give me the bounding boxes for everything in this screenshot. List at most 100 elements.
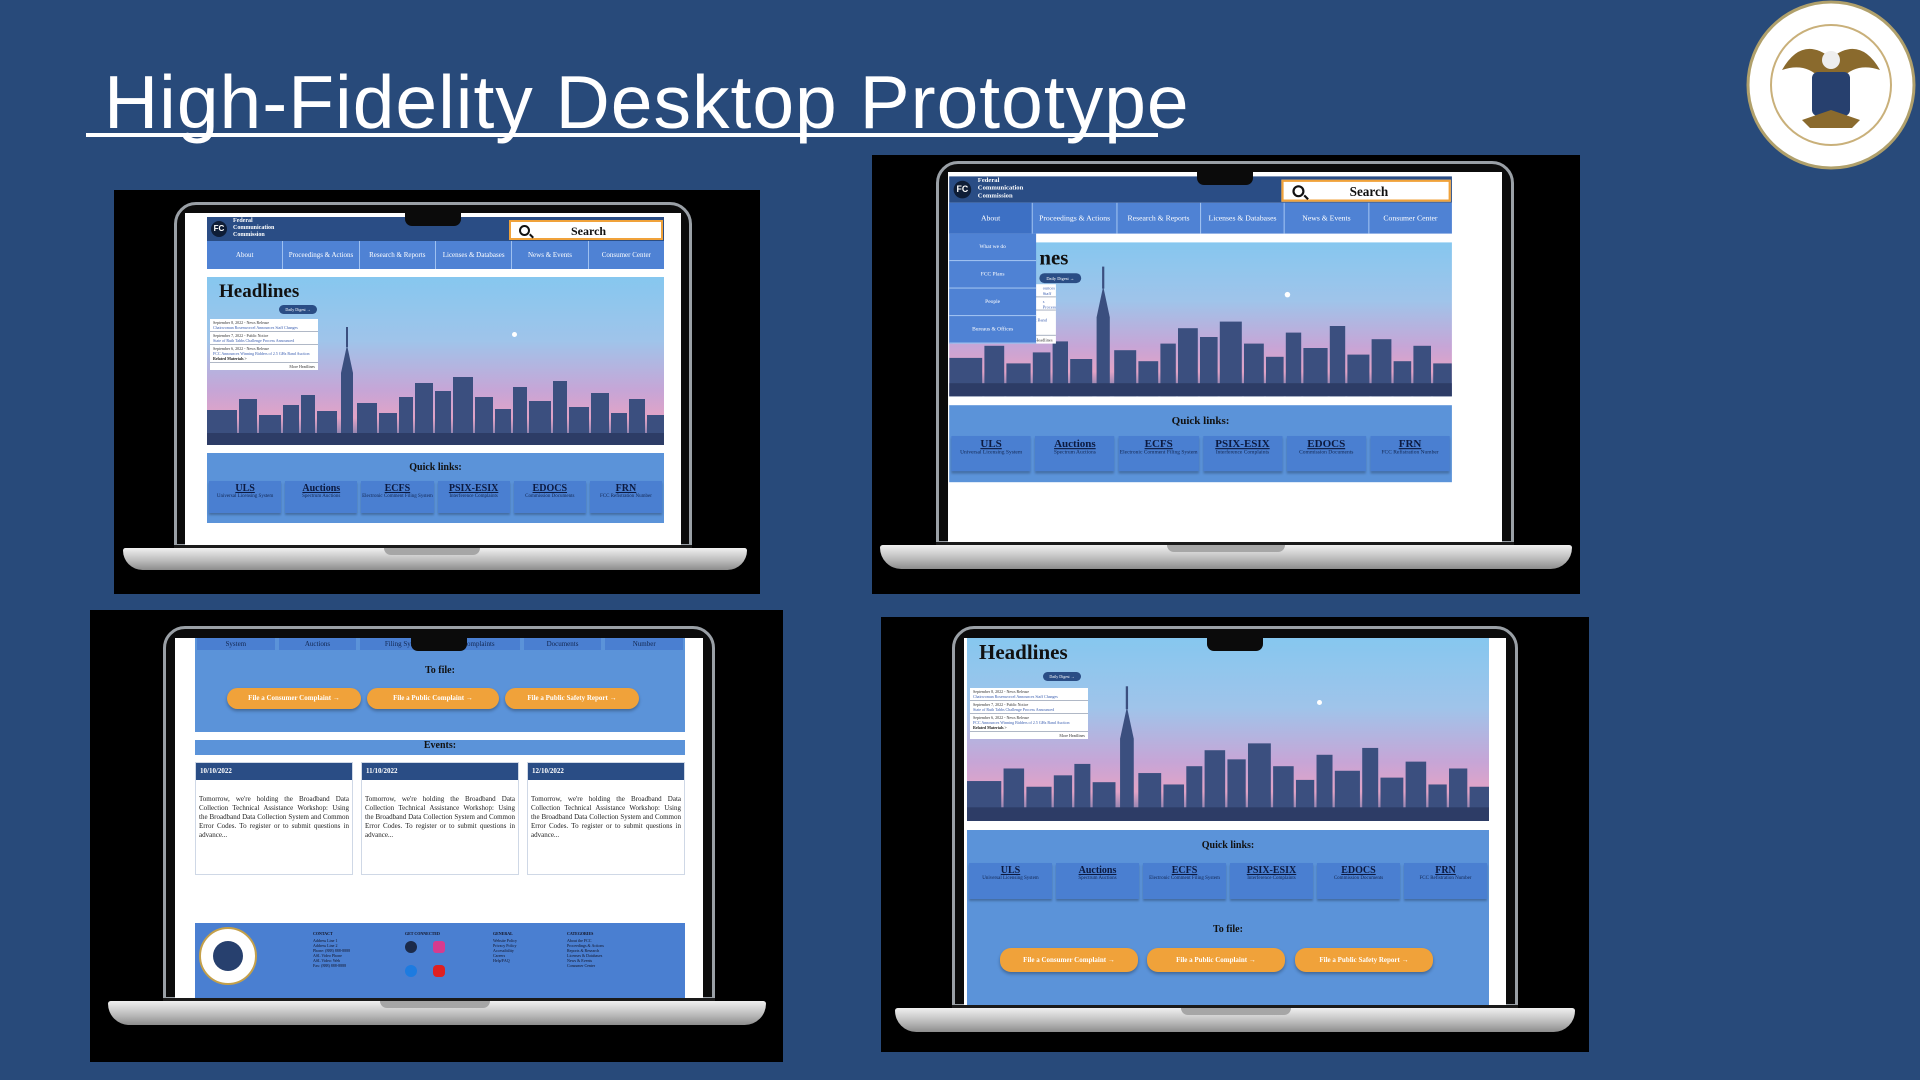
quick-link-psix[interactable]: PSIX-ESIX Interference Complaints bbox=[437, 481, 510, 513]
about-dropdown-menu: What we do FCC Plans People Bureaus & Of… bbox=[949, 233, 1037, 344]
quick-links-section: Quick links: ULS Universal Licensing Syst… bbox=[949, 405, 1452, 483]
title-underline bbox=[86, 133, 1158, 137]
nav-news[interactable]: News & Events bbox=[1285, 202, 1370, 234]
nav-research[interactable]: Research & Reports bbox=[360, 241, 436, 269]
hero-skyline: Headlines Daily Digest → September 8, 20… bbox=[967, 638, 1489, 821]
search-input[interactable]: Search bbox=[1281, 179, 1451, 202]
footer-categories: CATEGORIES About the FCC Proceedings & Act… bbox=[567, 931, 604, 968]
youtube-icon[interactable] bbox=[433, 965, 445, 977]
quick-links-section: Quick links: ULS Universal Licensing Syst… bbox=[967, 830, 1489, 1006]
instagram-icon[interactable] bbox=[433, 941, 445, 953]
nav-consumer[interactable]: Consumer Center bbox=[589, 241, 664, 269]
event-card[interactable]: 10/10/2022 Tomorrow, we're holding the Br… bbox=[195, 762, 353, 875]
quick-link-auctions[interactable]: Auctions Spectrum Auctions bbox=[285, 481, 358, 513]
list-item[interactable]: September 8, 2022 - News Release Chairwom… bbox=[970, 688, 1088, 701]
to-file-section: To file: File a Consumer Complaint → Fil… bbox=[195, 650, 685, 732]
nav-about[interactable]: About bbox=[949, 202, 1034, 234]
file-consumer-complaint-button[interactable]: File a Consumer Complaint → bbox=[227, 688, 361, 709]
quick-link-uls[interactable]: ULS Universal Licensing System bbox=[951, 436, 1031, 472]
footer-general: GENERAL Website Policy Privacy Policy Acces… bbox=[493, 931, 518, 963]
file-public-complaint-button[interactable]: File a Public Complaint → bbox=[1147, 948, 1285, 972]
list-item[interactable]: September 8, 2022 - News Release Chairwom… bbox=[210, 319, 318, 332]
daily-digest-button[interactable]: Daily Digest → bbox=[279, 305, 317, 314]
list-item[interactable]: September 7, 2022 - Public Notice State o… bbox=[970, 701, 1088, 714]
quick-link-frn[interactable]: FRN FCC Refistration Number bbox=[1404, 863, 1487, 899]
agency-name: Federal Communication Commission bbox=[233, 218, 275, 238]
quick-link-auctions[interactable]: Auctions Spectrum Auctions bbox=[1056, 863, 1139, 899]
footer-connected: GET CONNECTED bbox=[405, 931, 440, 936]
search-input[interactable]: Search bbox=[509, 220, 663, 240]
nav-research[interactable]: Research & Reports bbox=[1117, 202, 1202, 234]
quick-link-edocs[interactable]: EDOCS Commission Documents bbox=[1317, 863, 1400, 899]
footer-seal-icon bbox=[199, 927, 257, 985]
headlines-list: September 8, 2022 - News Release Chairwom… bbox=[210, 319, 318, 370]
facebook-icon[interactable] bbox=[405, 941, 417, 953]
fcc-logo[interactable]: FC bbox=[211, 221, 227, 237]
daily-digest-button[interactable]: Daily Digest → bbox=[1043, 672, 1081, 681]
menu-item-bureaus[interactable]: Bureaus & Offices bbox=[949, 316, 1037, 344]
nav-news[interactable]: News & Events bbox=[512, 241, 589, 269]
laptop-screen: FC Federal Communication Commission Search… bbox=[185, 213, 681, 546]
mockup-panel-homepage-scrolled: Headlines Daily Digest → September 8, 20… bbox=[881, 617, 1589, 1052]
quick-link-edocs[interactable]: EDOCS Commission Documents bbox=[1286, 436, 1366, 472]
quick-links-title: Quick links: bbox=[1171, 415, 1230, 428]
quick-link-uls[interactable]: ULS Universal Licensing System bbox=[969, 863, 1052, 899]
fcc-seal-icon bbox=[1746, 0, 1916, 170]
main-nav: About Proceedings & Actions Research & R… bbox=[949, 202, 1452, 234]
nav-about[interactable]: About bbox=[207, 241, 284, 269]
quick-link-ecfs[interactable]: ECFS Electronic Comment Filing System bbox=[361, 481, 434, 513]
menu-item-people[interactable]: People bbox=[949, 289, 1037, 317]
nav-licenses[interactable]: Licenses & Databases bbox=[436, 241, 513, 269]
events-title: Events: bbox=[195, 740, 685, 755]
nav-proceedings[interactable]: Proceedings & Actions bbox=[283, 241, 360, 269]
file-public-complaint-button[interactable]: File a Public Complaint → bbox=[367, 688, 499, 709]
twitter-icon[interactable] bbox=[405, 965, 417, 977]
event-card[interactable]: 12/10/2022 Tomorrow, we're holding the Br… bbox=[527, 762, 685, 875]
fcc-logo[interactable]: FC bbox=[953, 180, 972, 199]
quick-link-frn[interactable]: FRN FCC Refistration Number bbox=[1370, 436, 1450, 472]
site-footer: CONTACT Address Line 1 Address Line 2 Phone… bbox=[195, 923, 685, 998]
quick-link-frn[interactable]: FRN FCC Refistration Number bbox=[589, 481, 663, 513]
nav-licenses[interactable]: Licenses & Databases bbox=[1201, 202, 1286, 234]
nav-proceedings[interactable]: Proceedings & Actions bbox=[1033, 202, 1118, 234]
more-headlines-link[interactable]: More Headlines bbox=[210, 363, 318, 370]
headlines-title: Headlines bbox=[979, 640, 1068, 664]
file-public-safety-report-button[interactable]: File a Public Safety Report → bbox=[1295, 948, 1433, 972]
file-public-safety-report-button[interactable]: File a Public Safety Report → bbox=[505, 688, 639, 709]
agency-name: Federal Communication Commission bbox=[977, 177, 1024, 200]
search-icon bbox=[519, 225, 530, 236]
event-card[interactable]: 11/10/2022 Tomorrow, we're holding the Br… bbox=[361, 762, 519, 875]
headlines-list: September 8, 2022 - News Release Chairwom… bbox=[970, 688, 1088, 739]
moon bbox=[1317, 700, 1322, 705]
mockup-panel-about-menu: FC Federal Communication Commission Search… bbox=[872, 155, 1580, 594]
to-file-title: To file: bbox=[425, 665, 455, 676]
quick-link-psix[interactable]: PSIX-ESIX Interference Complaints bbox=[1202, 436, 1283, 472]
hero-skyline: Headlines Daily Digest → September 8, 20… bbox=[207, 277, 664, 445]
mockup-panel-events-footer: System Auctions Filing Sys omplaints Doc… bbox=[90, 610, 783, 1062]
quick-link-psix[interactable]: PSIX-ESIX Interference Complaints bbox=[1230, 863, 1313, 899]
quick-link-uls[interactable]: ULS Universal Licensing System bbox=[209, 481, 282, 513]
moon bbox=[1284, 291, 1291, 298]
daily-digest-button[interactable]: Daily Digest → bbox=[1039, 273, 1082, 284]
menu-item-what-we-do[interactable]: What we do bbox=[949, 234, 1037, 262]
main-nav: About Proceedings & Actions Research & R… bbox=[207, 241, 664, 269]
quick-links-section: Quick links: ULS Universal Licensing Syst… bbox=[207, 453, 664, 523]
quick-links-title: Quick links: bbox=[1201, 840, 1255, 851]
list-item[interactable]: September 6, 2022 - News ReleaseFCC Anno… bbox=[210, 345, 318, 363]
mockup-panel-homepage: FC Federal Communication Commission Search… bbox=[114, 190, 760, 594]
list-item[interactable]: September 6, 2022 - News ReleaseFCC Anno… bbox=[970, 714, 1088, 732]
quick-links-title: Quick links: bbox=[409, 462, 462, 473]
quick-link-auctions[interactable]: Auctions Spectrum Auctions bbox=[1035, 436, 1115, 472]
quick-link-ecfs[interactable]: ECFS Electronic Comment Filing System bbox=[1118, 436, 1199, 472]
quick-link-edocs[interactable]: EDOCS Commission Documents bbox=[513, 481, 586, 513]
to-file-title: To file: bbox=[1213, 924, 1243, 935]
quick-link-ecfs[interactable]: ECFS Electronic Comment Filing System bbox=[1143, 863, 1226, 899]
list-item[interactable]: September 7, 2022 - Public Notice State o… bbox=[210, 332, 318, 345]
moon bbox=[512, 332, 517, 337]
more-headlines-link[interactable]: More Headlines bbox=[970, 732, 1088, 739]
file-consumer-complaint-button[interactable]: File a Consumer Complaint → bbox=[1000, 948, 1138, 972]
footer-contact: CONTACT Address Line 1 Address Line 2 Phone… bbox=[313, 931, 351, 968]
headlines-title-partial: nes bbox=[1039, 246, 1069, 270]
nav-consumer[interactable]: Consumer Center bbox=[1369, 203, 1452, 234]
menu-item-fcc-plans[interactable]: FCC Plans bbox=[949, 261, 1037, 289]
